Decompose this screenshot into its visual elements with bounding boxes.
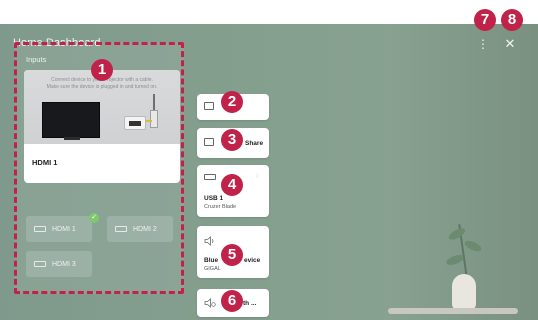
callout-marker-2: 2: [221, 91, 243, 113]
connection-illustration: Connect device to your Projector with a …: [24, 70, 180, 144]
bluetooth-title-left: Blue: [204, 257, 219, 264]
share-label: Share: [245, 140, 264, 147]
callout-marker-4: 4: [221, 174, 243, 196]
callout-marker-8: 8: [501, 9, 523, 31]
vase-decoration: [452, 274, 476, 310]
more-options-button[interactable]: ⋮: [476, 37, 490, 51]
cable-illustration: [153, 94, 155, 110]
usb-icon: [204, 174, 216, 180]
selected-check-icon: ✓: [89, 213, 99, 223]
hdmi-port-illustration: [124, 116, 146, 130]
usb-title: USB 1: [204, 195, 224, 202]
callout-marker-1: 1: [91, 59, 113, 81]
input-preview-card[interactable]: Connect device to your Projector with a …: [24, 70, 180, 183]
speaker-icon: [204, 236, 214, 246]
callout-marker-7: 7: [474, 9, 496, 31]
callout-marker-3: 3: [221, 129, 243, 151]
inputs-section-label: Inputs: [26, 55, 47, 64]
input-hdmi3-tile[interactable]: HDMI 3: [26, 251, 92, 277]
hdmi-icon: [34, 261, 46, 267]
callout-marker-6: 6: [221, 290, 243, 312]
callout-marker-5: 5: [221, 244, 243, 266]
speaker-settings-icon: [204, 298, 216, 308]
bluetooth-title-right: evice: [244, 257, 261, 264]
cable-plug-illustration: [150, 110, 158, 128]
input-label: HDMI 3: [52, 260, 76, 268]
tv-illustration: [42, 102, 100, 138]
input-hdmi2-tile[interactable]: HDMI 2: [107, 216, 173, 242]
screen-cast-icon: [204, 102, 214, 110]
bluetooth-subtitle: GIGAL: [204, 266, 221, 272]
cable-accent: [146, 120, 152, 122]
sound-output-label: th ...: [243, 300, 257, 307]
hdmi-icon: [34, 226, 46, 232]
chevron-right-icon[interactable]: ›: [255, 168, 259, 182]
input-label: HDMI 2: [133, 225, 157, 233]
hdmi-icon: [115, 226, 127, 232]
input-hdmi1-tile[interactable]: HDMI 1: [26, 216, 92, 242]
table-decoration: [388, 308, 518, 314]
usb-subtitle: Cruzer Blade: [204, 204, 237, 210]
preview-caption: HDMI 1: [32, 158, 58, 167]
tv-stand-illustration: [64, 137, 80, 140]
close-button[interactable]: ✕: [503, 37, 517, 51]
input-label: HDMI 1: [52, 225, 76, 233]
share-device-icon: [204, 138, 214, 146]
